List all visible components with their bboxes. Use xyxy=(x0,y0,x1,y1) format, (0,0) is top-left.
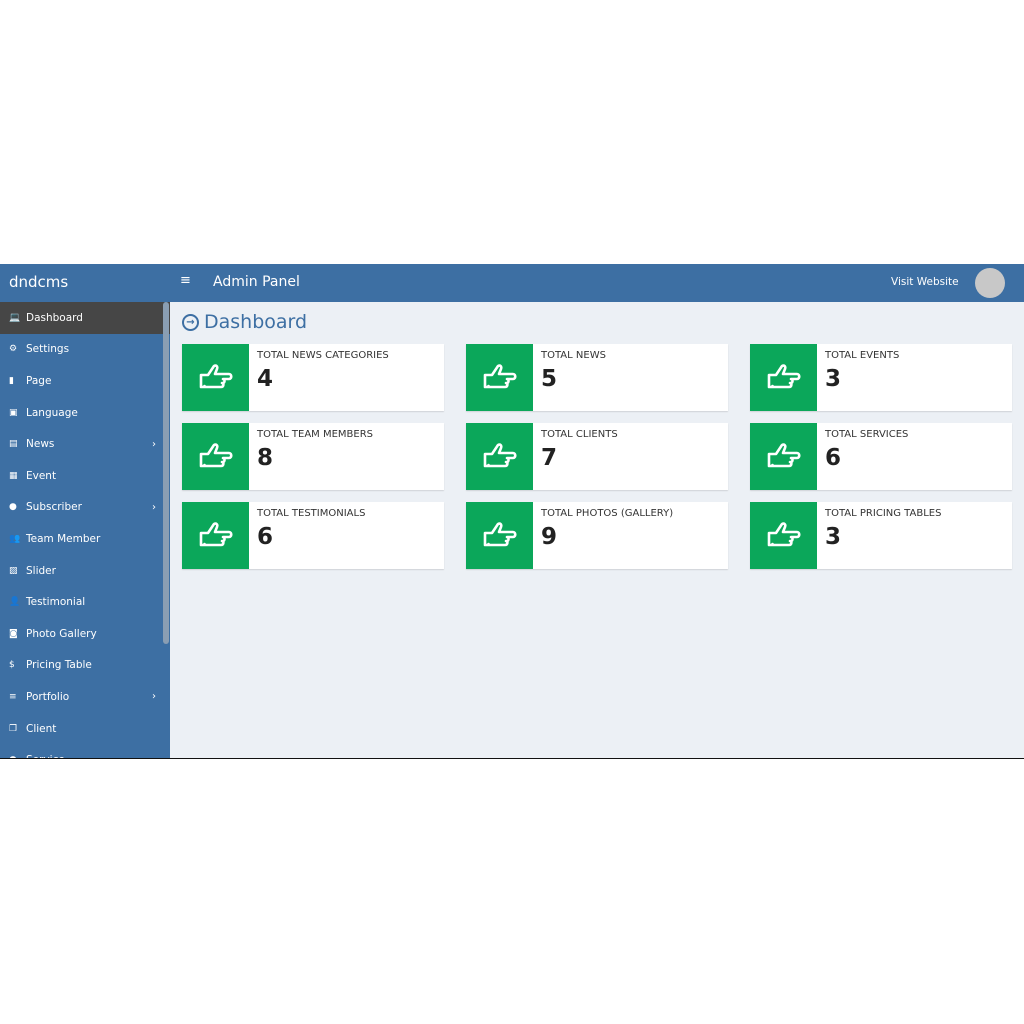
sidebar-item-portfolio[interactable]: ≡ Portfolio › xyxy=(0,681,170,713)
image-icon: ▨ xyxy=(9,565,18,576)
sidebar-item-label: Service xyxy=(26,754,65,758)
header-title: Admin Panel xyxy=(213,274,300,290)
stat-value: 4 xyxy=(257,366,274,392)
stat-label: TOTAL TEAM MEMBERS xyxy=(257,429,374,440)
sidebar-item-label: Portfolio xyxy=(26,690,70,703)
hand-pointer-icon xyxy=(182,502,249,569)
sidebar-item-label: Settings xyxy=(26,343,70,356)
stat-card-total-events: TOTAL EVENTS 3 xyxy=(750,344,1012,411)
sidebar-item-subscriber[interactable]: ● Subscriber › xyxy=(0,492,170,524)
stat-card-total-testimonials: TOTAL TESTIMONIALS 6 xyxy=(182,502,444,569)
stat-label: TOTAL NEWS CATEGORIES xyxy=(257,350,389,361)
stat-label: TOTAL PRICING TABLES xyxy=(825,508,942,519)
page-title-text: Dashboard xyxy=(204,311,308,333)
sidebar-item-photo-gallery[interactable]: ◙ Photo Gallery xyxy=(0,618,170,650)
stat-value: 6 xyxy=(257,524,274,550)
sidebar-item-slider[interactable]: ▨ Slider xyxy=(0,555,170,587)
stat-value: 7 xyxy=(541,445,558,471)
sidebar-item-label: Client xyxy=(26,722,57,735)
stat-card-total-news: TOTAL NEWS 5 xyxy=(466,344,728,411)
hand-pointer-icon xyxy=(182,344,249,411)
stat-label: TOTAL EVENTS xyxy=(825,350,900,361)
stat-card-total-clients: TOTAL CLIENTS 7 xyxy=(466,423,728,490)
sidebar-item-label: Page xyxy=(26,374,52,387)
stat-card-total-news-categories: TOTAL NEWS CATEGORIES 4 xyxy=(182,344,444,411)
hand-pointer-icon xyxy=(750,502,817,569)
stat-label: TOTAL SERVICES xyxy=(825,429,909,440)
sidebar-item-label: Language xyxy=(26,406,78,419)
hand-pointer-icon xyxy=(182,423,249,490)
sidebar: 💻 Dashboard ⚙ Settings ▮ Page ▣ Language ▤ News › ▦… xyxy=(0,302,170,758)
language-icon: ▣ xyxy=(9,407,18,418)
brand-logo[interactable]: dndcms xyxy=(9,273,68,291)
sidebar-item-page[interactable]: ▮ Page xyxy=(0,365,170,397)
sidebar-item-team-member[interactable]: 👥 Team Member xyxy=(0,523,170,555)
sidebar-item-label: Event xyxy=(26,469,57,482)
sidebar-item-label: Subscriber xyxy=(26,501,82,514)
camera-icon: ◙ xyxy=(9,628,18,639)
stat-value: 3 xyxy=(825,366,842,392)
chevron-right-icon: › xyxy=(152,438,156,450)
hand-pointer-icon xyxy=(466,344,533,411)
stat-value: 5 xyxy=(541,366,558,392)
admin-app: dndcms ≡ Admin Panel Visit Website 💻 Dash… xyxy=(0,264,1024,759)
laptop-icon: 💻 xyxy=(9,312,21,323)
menu-toggle-icon[interactable]: ≡ xyxy=(180,273,191,288)
copy-icon: ❐ xyxy=(9,723,18,734)
calendar-icon: ▦ xyxy=(9,470,18,481)
sidebar-item-label: Team Member xyxy=(26,532,101,545)
dollar-icon: $ xyxy=(9,660,15,671)
stat-value: 9 xyxy=(541,524,558,550)
stat-label: TOTAL NEWS xyxy=(541,350,606,361)
top-header: dndcms ≡ Admin Panel Visit Website xyxy=(0,264,1024,302)
newspaper-icon: ▤ xyxy=(9,439,18,450)
stat-value: 3 xyxy=(825,524,842,550)
sidebar-item-label: Pricing Table xyxy=(26,659,92,672)
bars-icon: ≡ xyxy=(9,691,17,702)
page-title: → Dashboard xyxy=(182,311,307,333)
sidebar-item-label: Photo Gallery xyxy=(26,627,97,640)
stat-label: TOTAL CLIENTS xyxy=(541,429,618,440)
stat-card-total-team-members: TOTAL TEAM MEMBERS 8 xyxy=(182,423,444,490)
file-icon: ▮ xyxy=(9,375,14,386)
sidebar-item-dashboard[interactable]: 💻 Dashboard xyxy=(0,302,170,334)
hand-pointer-icon xyxy=(466,502,533,569)
sidebar-item-label: Dashboard xyxy=(26,311,83,324)
visit-website-link[interactable]: Visit Website xyxy=(891,276,959,288)
stat-label: TOTAL TESTIMONIALS xyxy=(257,508,366,519)
hand-pointer-icon xyxy=(466,423,533,490)
sidebar-item-pricing-table[interactable]: $ Pricing Table xyxy=(0,650,170,682)
stat-card-total-pricing-tables: TOTAL PRICING TABLES 3 xyxy=(750,502,1012,569)
gear-icon: ⚙ xyxy=(9,344,18,355)
hand-pointer-icon xyxy=(750,344,817,411)
avatar[interactable] xyxy=(975,268,1005,298)
sidebar-scrollbar[interactable] xyxy=(163,302,169,644)
sidebar-item-label: Testimonial xyxy=(26,596,86,609)
user-plus-icon: 👤 xyxy=(9,597,21,608)
arrow-circle-right-icon: → xyxy=(182,313,199,331)
sidebar-item-label: News xyxy=(26,438,55,451)
stat-value: 6 xyxy=(825,445,842,471)
chevron-right-icon: › xyxy=(152,501,156,513)
sidebar-item-testimonial[interactable]: 👤 Testimonial xyxy=(0,586,170,618)
sidebar-item-settings[interactable]: ⚙ Settings xyxy=(0,334,170,366)
comment-icon: ● xyxy=(9,502,17,513)
stat-card-total-photos-gallery: TOTAL PHOTOS (GALLERY) 9 xyxy=(466,502,728,569)
sidebar-item-language[interactable]: ▣ Language xyxy=(0,397,170,429)
stat-label: TOTAL PHOTOS (GALLERY) xyxy=(541,508,674,519)
sidebar-item-news[interactable]: ▤ News › xyxy=(0,428,170,460)
hand-pointer-icon xyxy=(750,423,817,490)
stat-card-total-services: TOTAL SERVICES 6 xyxy=(750,423,1012,490)
sidebar-item-service[interactable]: ●Service xyxy=(0,744,170,758)
sidebar-item-label: Slider xyxy=(26,564,56,577)
sidebar-item-client[interactable]: ❐ Client xyxy=(0,713,170,745)
stat-value: 8 xyxy=(257,445,274,471)
service-icon: ● xyxy=(9,755,26,758)
chevron-right-icon: › xyxy=(152,691,156,703)
sidebar-item-event[interactable]: ▦ Event xyxy=(0,460,170,492)
users-icon: 👥 xyxy=(9,533,21,544)
